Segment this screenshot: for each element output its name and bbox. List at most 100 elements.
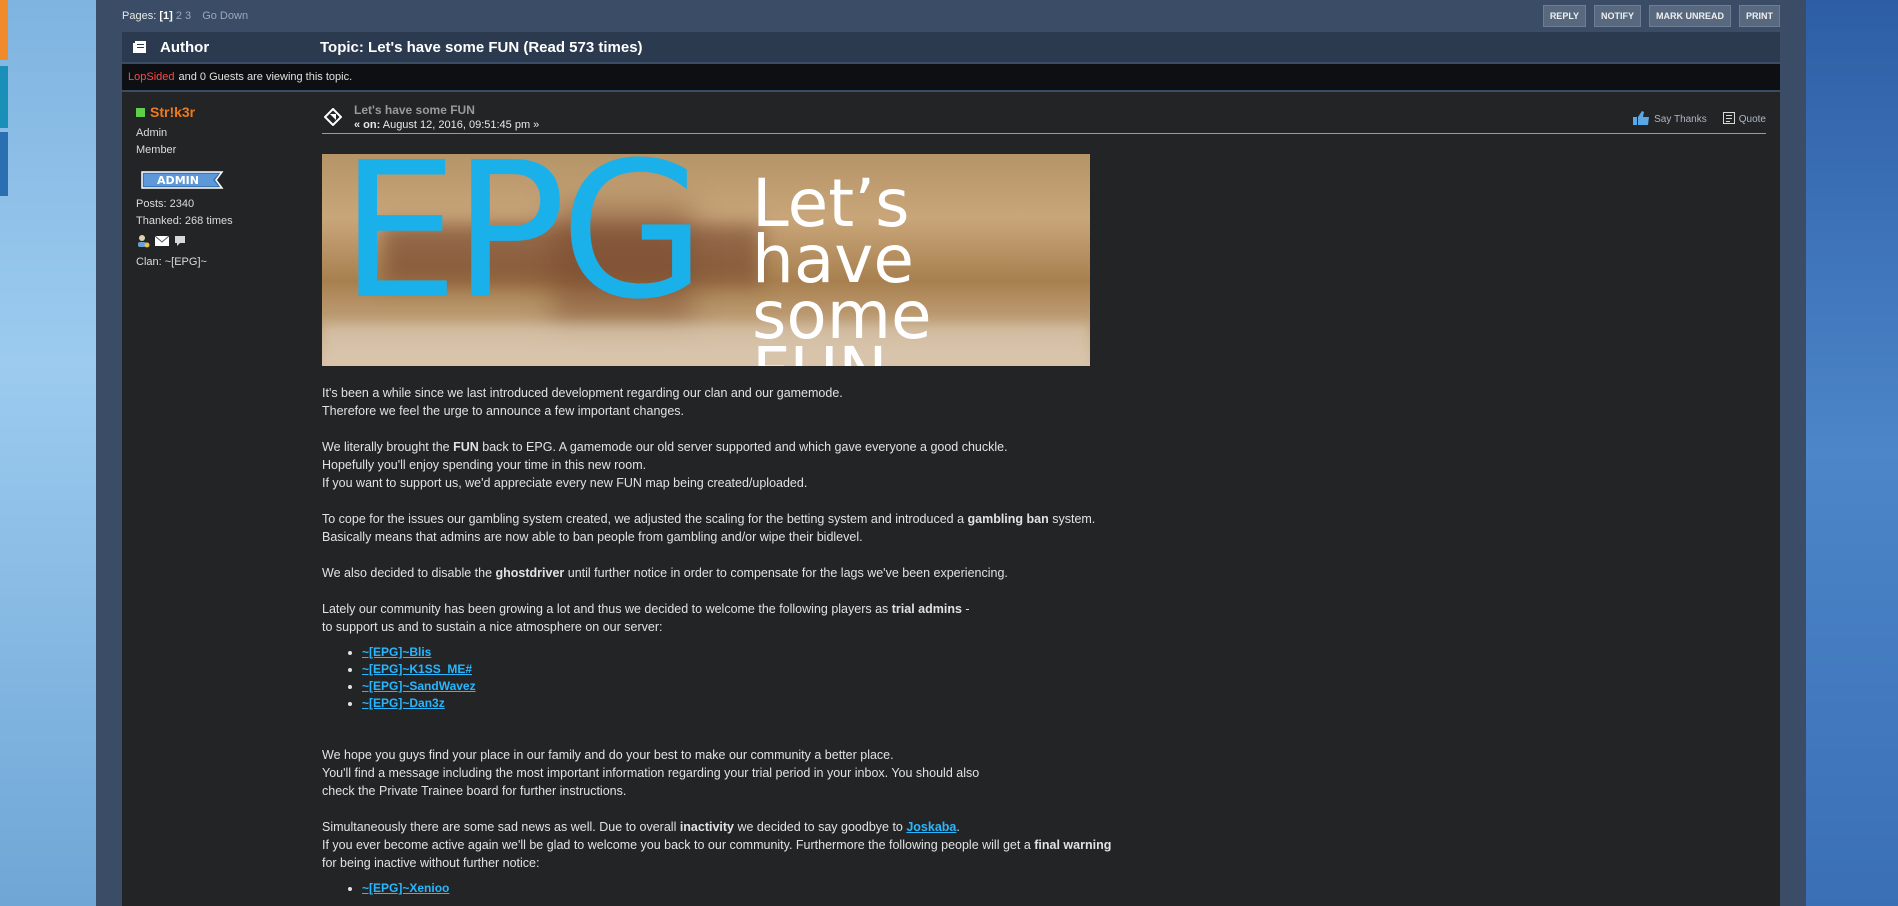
pagination: Pages: [1] 2 3 Go Down	[122, 10, 248, 22]
poster-thanked: Thanked: 268 times	[136, 215, 233, 227]
viewing-info: LopSided and 0 Guests are viewing this t…	[122, 64, 1780, 90]
text-line: We also decided to disable the	[322, 566, 496, 580]
text-line: system.	[1048, 512, 1096, 526]
paragraph-ghostdriver: We also decided to disable the ghostdriv…	[322, 564, 1422, 582]
list-item: ~[EPG]~Blis	[362, 644, 1422, 661]
viewing-text: and 0 Guests are viewing this topic.	[178, 71, 353, 83]
text-line: Basically means that admins are now able…	[322, 530, 863, 544]
trial-admin-list: ~[EPG]~Blis ~[EPG]~K1SS_ME# ~[EPG]~SandW…	[362, 644, 1422, 712]
pagination-bar: Pages: [1] 2 3 Go Down REPLY NOTIFY MARK…	[122, 4, 1780, 28]
quote-icon	[1722, 112, 1735, 127]
bold-text: final warning	[1034, 838, 1112, 852]
poster-group: Member	[136, 144, 177, 156]
desktop-background-left	[0, 0, 96, 906]
paragraph-fun: We literally brought the FUN back to EPG…	[322, 438, 1422, 492]
post-subject[interactable]: Let's have some FUN	[354, 103, 475, 117]
text-line: Hopefully you'll enjoy spending your tim…	[322, 458, 647, 472]
bold-text: gambling ban	[967, 512, 1049, 526]
member-link[interactable]: ~[EPG]~Dan3z	[362, 696, 445, 710]
poster-name-link[interactable]: Str!k3r	[150, 104, 195, 120]
date-prefix: « on:	[354, 119, 381, 131]
text-line: It's been a while since we last introduc…	[322, 386, 843, 400]
text-line: back to EPG. A gamemode our old server s…	[478, 440, 1008, 454]
post: Str!k3r Admin Member ADMIN Posts: 2340 T…	[122, 92, 1780, 906]
text-line: until further notice in order to compens…	[564, 566, 1008, 580]
text-line: Lately our community has been growing a …	[322, 602, 892, 616]
text-line: .	[956, 820, 960, 834]
member-link[interactable]: ~[EPG]~Xenioo	[362, 881, 449, 895]
viewing-user-link[interactable]: LopSided	[128, 71, 175, 83]
author-column-label: Author	[160, 38, 210, 56]
text-line: You'll find a message including the most…	[322, 766, 980, 780]
date-value: August 12, 2016, 09:51:45 pm »	[382, 119, 540, 131]
text-line: If you ever become active again we'll be…	[322, 838, 1035, 852]
text-line: to support us and to sustain a nice atmo…	[322, 620, 663, 634]
bold-text: FUN	[453, 440, 479, 454]
text-line: check the Private Trainee board for furt…	[322, 784, 627, 798]
bold-text: trial admins	[891, 602, 962, 616]
text-line: we decided to say goodbye to	[734, 820, 907, 834]
side-strip-orange	[0, 0, 8, 60]
profile-icon[interactable]	[136, 234, 150, 251]
quote-button[interactable]: Quote	[1722, 112, 1766, 127]
bold-text: inactivity	[679, 820, 734, 834]
list-item: ~[EPG]~SandWavez	[362, 678, 1422, 695]
desktop-background-right	[1806, 0, 1898, 906]
page-link-2[interactable]: 2	[176, 10, 182, 22]
post-header: Let's have some FUN « on: August 12, 201…	[322, 100, 1766, 134]
go-down-link[interactable]: Go Down	[202, 10, 248, 22]
svg-text:ADMIN: ADMIN	[157, 174, 199, 187]
poster-info: Str!k3r Admin Member ADMIN Posts: 2340 T…	[136, 104, 296, 269]
print-button[interactable]: PRINT	[1739, 5, 1780, 27]
reply-button[interactable]: REPLY	[1542, 5, 1586, 27]
personal-message-icon[interactable]	[174, 235, 186, 250]
page-link-3[interactable]: 3	[185, 10, 191, 22]
member-link[interactable]: ~[EPG]~K1SS_ME#	[362, 662, 472, 676]
pages-label: Pages:	[122, 10, 157, 22]
warned-member-list: ~[EPG]~Xenioo	[362, 880, 1422, 897]
admin-badge-icon: ADMIN	[136, 167, 228, 193]
banner-tagline: Let’s have some FUN	[752, 165, 1090, 367]
poster-name-row: Str!k3r	[136, 104, 296, 120]
poster-posts: Posts: 2340	[136, 198, 195, 210]
epg-banner-image: EPG Let’s have some FUN	[322, 154, 1090, 366]
post-actions: Say Thanks Quote	[1632, 110, 1766, 129]
post-icon	[323, 107, 343, 127]
post-date: « on: August 12, 2016, 09:51:45 pm »	[354, 119, 539, 131]
say-thanks-button[interactable]: Say Thanks	[1632, 110, 1707, 129]
thumbs-up-icon	[1632, 110, 1650, 129]
banner-tagline-line1: Let’s have	[752, 165, 914, 298]
text-line: Therefore we feel the urge to announce a…	[322, 404, 685, 418]
banner-epg-text: EPG	[340, 154, 706, 341]
list-item: ~[EPG]~Xenioo	[362, 880, 1422, 897]
current-page: [1]	[159, 10, 173, 22]
text-line: To cope for the issues our gambling syst…	[322, 512, 968, 526]
say-thanks-label: Say Thanks	[1654, 114, 1707, 125]
poster-clan: Clan: ~[EPG]~	[136, 256, 207, 268]
side-strip-teal	[0, 66, 8, 128]
poster-role: Admin	[136, 127, 168, 139]
member-link[interactable]: ~[EPG]~Blis	[362, 645, 431, 659]
member-link[interactable]: ~[EPG]~SandWavez	[362, 679, 476, 693]
topic-header-bar: Author Topic: Let's have some FUN (Read …	[122, 32, 1780, 62]
text-line: for being inactive without further notic…	[322, 856, 540, 870]
text-line: Simultaneously there are some sad news a…	[322, 820, 680, 834]
topic-icon	[132, 40, 148, 54]
paragraph-gambling: To cope for the issues our gambling syst…	[322, 510, 1422, 546]
list-item: ~[EPG]~K1SS_ME#	[362, 661, 1422, 678]
paragraph-intro: It's been a while since we last introduc…	[322, 384, 1422, 420]
forum-frame: Pages: [1] 2 3 Go Down REPLY NOTIFY MARK…	[96, 0, 1806, 906]
topic-title: Topic: Let's have some FUN (Read 573 tim…	[320, 38, 643, 56]
member-link-joskaba[interactable]: Joskaba	[906, 820, 956, 834]
notify-button[interactable]: NOTIFY	[1594, 5, 1641, 27]
poster-icons	[136, 234, 296, 251]
bold-text: ghostdriver	[495, 566, 565, 580]
text-line: We hope you guys find your place in our …	[322, 748, 894, 762]
paragraph-inactivity: Simultaneously there are some sad news a…	[322, 818, 1422, 872]
paragraph-trial-admins: Lately our community has been growing a …	[322, 600, 1422, 636]
text-line: We literally brought the	[322, 440, 454, 454]
quote-label: Quote	[1738, 114, 1766, 125]
topic-buttons: REPLY NOTIFY MARK UNREAD PRINT	[1542, 5, 1780, 27]
email-icon[interactable]	[154, 235, 170, 250]
mark-unread-button[interactable]: MARK UNREAD	[1649, 5, 1731, 27]
